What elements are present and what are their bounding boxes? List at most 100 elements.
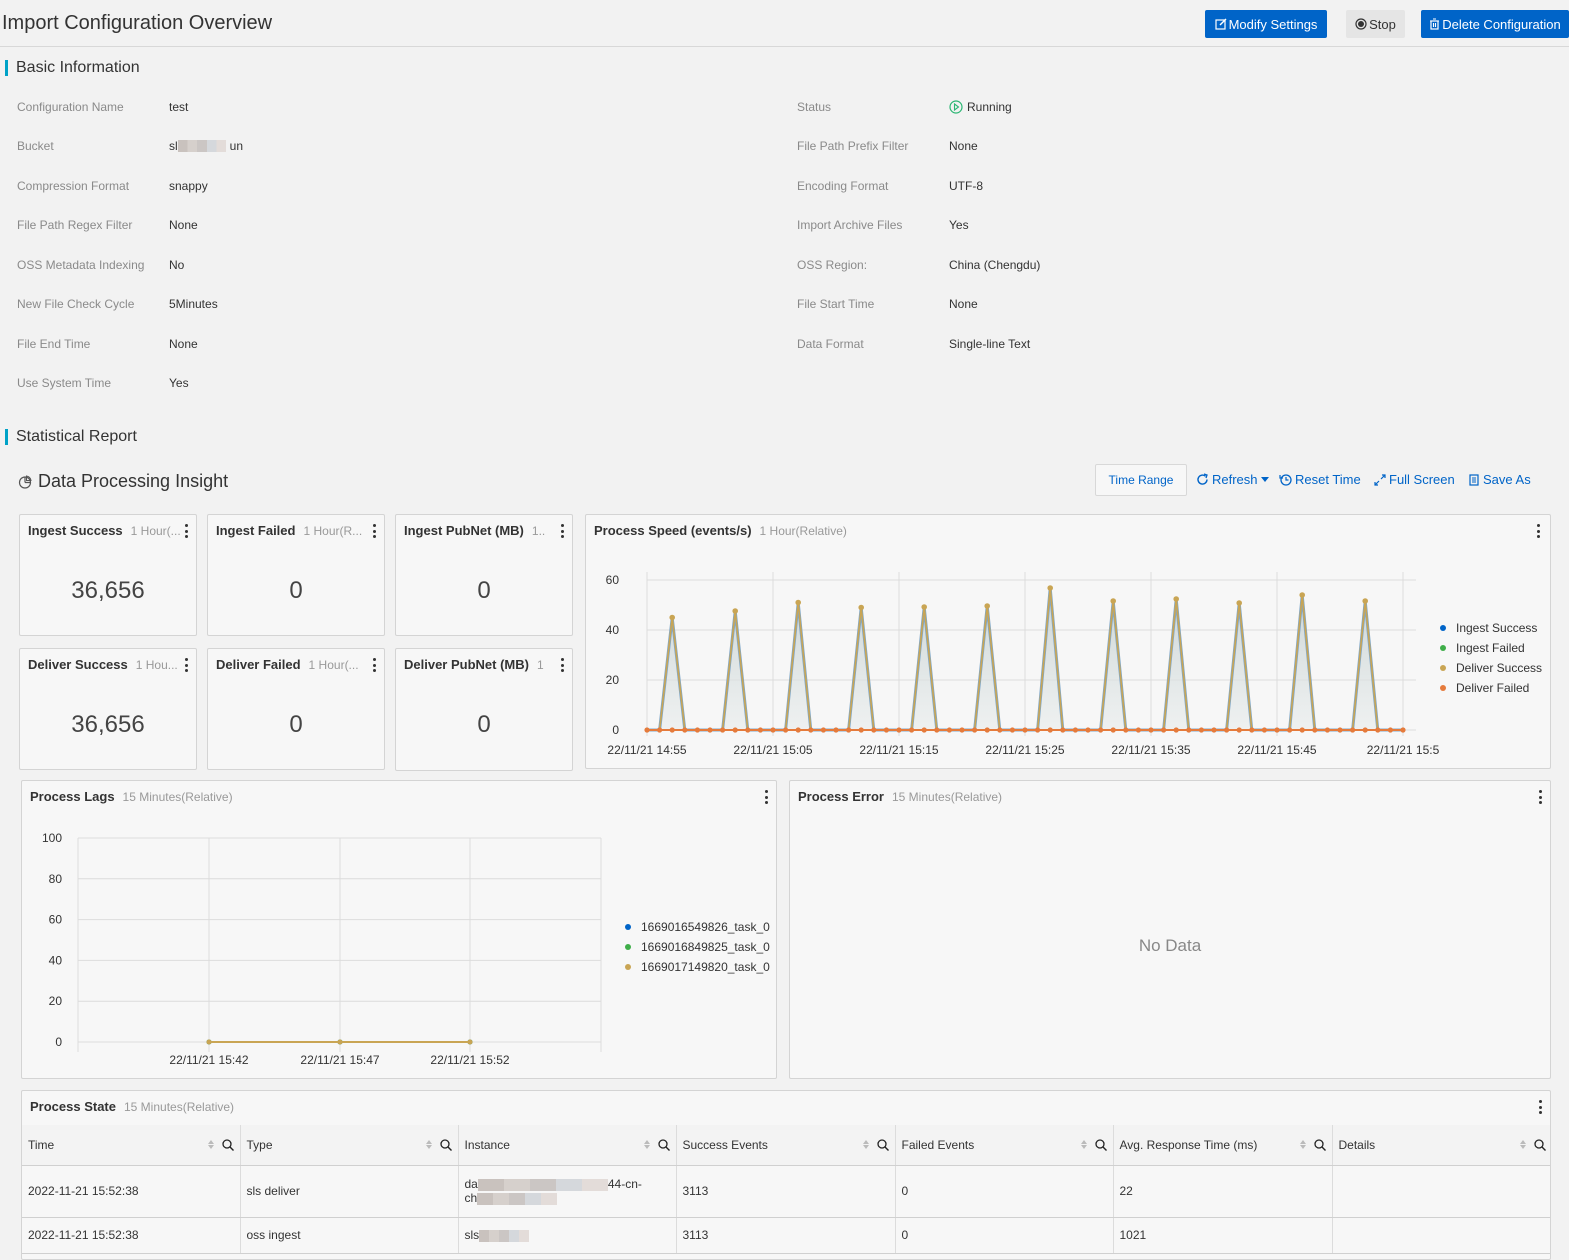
info-label: Compression Format [17,179,130,193]
info-label: Import Archive Files [797,218,903,232]
legend-label[interactable]: 1669016549826_task_0 [641,920,770,934]
search-icon[interactable] [876,1139,889,1151]
save-as-button[interactable]: Save As [1469,472,1531,487]
legend-dot [1440,625,1446,631]
y-tick-label: 0 [612,723,619,737]
legend-dot [1440,645,1446,651]
sort-icon[interactable] [1299,1140,1306,1150]
sort-icon[interactable] [1080,1140,1087,1150]
search-icon[interactable] [1094,1139,1107,1151]
legend-label[interactable]: Deliver Failed [1456,681,1529,695]
stat-card-value: 0 [289,577,303,604]
deliver-failed-point [707,727,713,733]
column-header[interactable]: Instance [458,1125,677,1166]
stat-card-range: 1 Hour(... [130,524,181,538]
legend-label[interactable]: Ingest Failed [1456,641,1525,655]
sort-icon[interactable] [643,1140,650,1150]
legend-label[interactable]: Ingest Success [1456,621,1537,635]
deliver-success-point [1299,592,1305,598]
info-value-text: Single-line Text [949,337,1031,351]
search-icon[interactable] [1313,1139,1326,1151]
stat-card: Deliver Failed 1 Hour(... 0 [207,648,385,770]
save-as-label: Save As [1483,472,1531,487]
info-value: sl un [169,139,243,153]
column-header[interactable]: Failed Events [895,1125,1114,1166]
info-label: File Start Time [797,297,875,311]
deliver-success-point [1047,585,1053,591]
legend-dot [1440,665,1446,671]
column-header[interactable]: Avg. Response Time (ms) [1113,1125,1333,1166]
stat-card-title-text: Deliver Success [28,657,128,672]
stat-card-range: 1 Hour(R... [303,524,363,538]
sort-icon[interactable] [862,1140,869,1150]
legend-label[interactable]: 1669017149820_task_0 [641,960,770,974]
basic-information-title: Basic Information [16,59,140,76]
refresh-button[interactable]: Refresh [1196,472,1269,487]
legend-label[interactable]: 1669016849825_task_0 [641,940,770,954]
deliver-failed-point [1047,727,1053,733]
x-tick-label: 22/11/21 15:15 [859,743,939,757]
reset-time-button[interactable]: Reset Time [1279,472,1361,487]
info-value: China (Chengdu) [949,258,1040,272]
deliver-failed-point [934,727,940,733]
sort-icon[interactable] [425,1140,432,1150]
sort-icon[interactable] [1519,1140,1526,1150]
deliver-failed-point [1287,727,1293,733]
sort-icon[interactable] [207,1140,214,1150]
masked-text [177,140,226,152]
stat-card-title-text: Ingest PubNet (MB) [404,523,524,538]
deliver-failed-point [984,727,990,733]
deliver-failed-point [946,727,952,733]
lag-series-point [206,1039,212,1045]
reset-time-label: Reset Time [1295,472,1361,487]
deliver-failed-point [909,727,915,733]
deliver-failed-point [1312,727,1318,733]
stat-card-title: Ingest PubNet (MB) 1.. [404,523,545,538]
stat-card-title: Deliver Success 1 Hou... [28,657,178,672]
more-menu-icon[interactable] [1538,1100,1542,1114]
column-header[interactable]: Success Events [676,1125,896,1166]
search-icon[interactable] [439,1139,452,1151]
column-header-label: Avg. Response Time (ms) [1119,1137,1258,1152]
deliver-failed-point [1161,727,1167,733]
deliver-failed-point [1324,727,1330,733]
deliver-failed-point [846,727,852,733]
y-tick-label: 100 [42,831,62,845]
info-value: None [949,139,978,153]
more-menu-icon[interactable] [372,658,376,672]
full-screen-button[interactable]: Full Screen [1374,472,1455,487]
column-header[interactable]: Details [1332,1125,1550,1166]
stat-card-value: 36,656 [71,577,145,604]
process-state-title-text: Process State [30,1099,116,1114]
info-label: Configuration Name [17,100,124,114]
info-label: Status [797,100,832,114]
stat-card-value: 0 [477,577,491,604]
info-value: test [169,100,188,114]
delete-configuration-button[interactable]: Delete Configuration [1421,10,1569,38]
search-icon[interactable] [1533,1139,1546,1151]
info-label: Encoding Format [797,179,889,193]
more-menu-icon[interactable] [560,524,564,538]
column-header[interactable]: Type [240,1125,459,1166]
legend-label[interactable]: Deliver Success [1456,661,1542,675]
more-menu-icon[interactable] [1538,790,1542,804]
no-data-message: No Data [1138,936,1202,955]
x-tick-label: 22/11/21 15:25 [985,743,1065,757]
time-range-button[interactable]: Time Range [1095,464,1187,496]
stop-button[interactable]: Stop [1346,10,1405,38]
table-row[interactable]: 2022-11-21 15:52:38 sls deliver da 44-cn-ch… [22,1165,1550,1218]
modify-settings-button[interactable]: Modify Settings [1205,10,1327,38]
delete-configuration-label: Delete Configuration [1442,16,1561,32]
more-menu-icon[interactable] [184,658,188,672]
search-icon[interactable] [657,1139,670,1151]
more-menu-icon[interactable] [184,524,188,538]
x-tick-label: 22/11/21 15:52 [430,1053,510,1067]
column-header[interactable]: Time [22,1125,241,1166]
more-menu-icon[interactable] [372,524,376,538]
deliver-failed-point [833,727,839,733]
instance-line2: ch [464,1191,478,1205]
process-error-title: Process Error 15 Minutes(Relative) [798,789,1002,804]
deliver-failed-point [1009,727,1015,733]
more-menu-icon[interactable] [560,658,564,672]
search-icon[interactable] [221,1139,234,1151]
